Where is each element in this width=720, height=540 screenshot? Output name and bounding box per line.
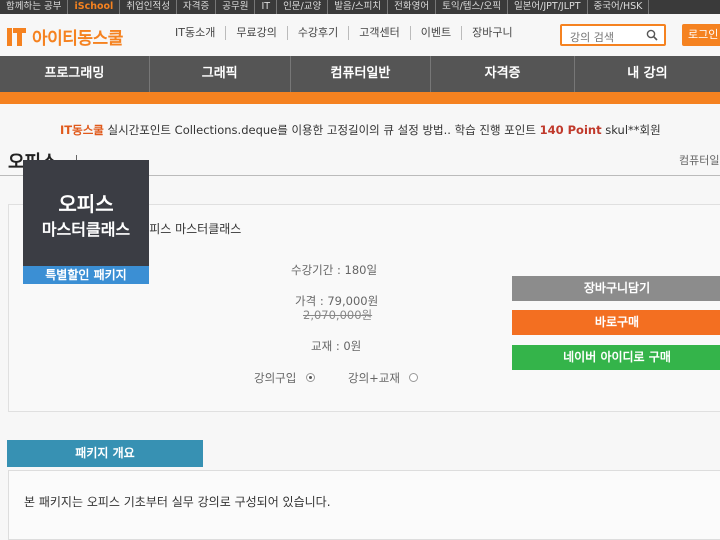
period-info: 수강기간 : 180일 bbox=[291, 263, 378, 277]
search-box bbox=[560, 24, 666, 47]
option-lecture-material-label: 강의+교재 bbox=[348, 371, 400, 385]
thumb-subtitle: 마스터클래스 bbox=[41, 220, 131, 239]
nav-accent-bar bbox=[0, 92, 720, 104]
material-info: 교재 : 0원 bbox=[311, 339, 362, 353]
option-lecture-radio[interactable] bbox=[306, 373, 315, 382]
overview-description: 본 패키지는 오피스 기초부터 실무 강의로 구성되어 있습니다. bbox=[24, 495, 331, 509]
gnb-certificate[interactable]: 자격증 bbox=[431, 56, 575, 92]
top-link-study[interactable]: 함께하는 공부 bbox=[0, 0, 69, 14]
top-link-japanese[interactable]: 일본어/JPT/JLPT bbox=[508, 0, 588, 14]
gnb-computer-general[interactable]: 컴퓨터일반 bbox=[291, 56, 432, 92]
thumb-badge: 특별할인 패키지 bbox=[23, 266, 149, 284]
top-link-it[interactable]: IT bbox=[255, 0, 278, 14]
top-link-ischool[interactable]: iSchool bbox=[68, 0, 121, 14]
add-to-cart-button[interactable]: 장바구니담기 bbox=[512, 276, 720, 301]
nav-cart[interactable]: 장바구니 bbox=[462, 26, 522, 40]
top-link-humanities[interactable]: 인문/교양 bbox=[277, 0, 329, 14]
point-ticker: IT동스쿨 실시간포인트 Collections.deque를 이용한 고정길이… bbox=[60, 122, 661, 138]
ticker-points: 140 Point bbox=[539, 123, 602, 137]
site-logo[interactable]: 아이티동스쿨 bbox=[6, 24, 123, 49]
gnb-graphics[interactable]: 그래픽 bbox=[150, 56, 291, 92]
top-link-toeic[interactable]: 토익/텝스/오픽 bbox=[436, 0, 508, 14]
login-button[interactable]: 로그인 bbox=[682, 24, 720, 46]
nav-events[interactable]: 이벤트 bbox=[411, 26, 463, 40]
ticker-brand: IT동스쿨 bbox=[60, 123, 104, 137]
original-price: 2,070,000원 bbox=[303, 308, 373, 322]
nav-about[interactable]: IT동소개 bbox=[165, 26, 227, 40]
gnb-programming[interactable]: 프로그래밍 bbox=[0, 56, 150, 92]
top-category-strip: 함께하는 공부 iSchool 취업인적성 자격증 공무원 IT 인문/교양 발음/스피치 전화… bbox=[0, 0, 720, 14]
search-input[interactable] bbox=[562, 28, 642, 47]
top-link-cert[interactable]: 자격증 bbox=[177, 0, 217, 14]
tab-package-overview[interactable]: 패키지 개요 bbox=[7, 440, 203, 467]
top-link-speech[interactable]: 발음/스피치 bbox=[328, 0, 389, 14]
search-icon[interactable] bbox=[646, 29, 658, 41]
gnb-my-lectures[interactable]: 내 강의 bbox=[575, 56, 720, 92]
option-lecture-material-radio[interactable] bbox=[409, 373, 418, 382]
top-link-chinese[interactable]: 중국어/HSK bbox=[588, 0, 650, 14]
breadcrumb[interactable]: 컴퓨터일반 bbox=[679, 152, 720, 168]
logo-icon bbox=[6, 26, 28, 48]
top-link-phone-english[interactable]: 전화영어 bbox=[388, 0, 437, 14]
naver-buy-button[interactable]: 네이버 아이디로 구매 bbox=[512, 345, 720, 370]
package-thumbnail: 오피스 마스터클래스 특별할인 패키지 bbox=[23, 160, 149, 284]
buy-now-button[interactable]: 바로구매 bbox=[512, 310, 720, 335]
nav-free-lectures[interactable]: 무료강의 bbox=[226, 26, 288, 40]
header-nav: IT동소개 무료강의 수강후기 고객센터 이벤트 장바구니 bbox=[165, 26, 523, 40]
option-lecture-label: 강의구입 bbox=[254, 371, 297, 385]
ticker-message: 실시간포인트 Collections.deque를 이용한 고정길이의 큐 설정… bbox=[107, 123, 536, 137]
main-content: IT동스쿨 실시간포인트 Collections.deque를 이용한 고정길이… bbox=[0, 104, 720, 540]
overview-box: 본 패키지는 오피스 기초부터 실무 강의로 구성되어 있습니다. bbox=[8, 470, 720, 540]
nav-support[interactable]: 고객센터 bbox=[349, 26, 411, 40]
thumb-title: 오피스 bbox=[58, 192, 114, 216]
top-link-job[interactable]: 취업인적성 bbox=[120, 0, 177, 14]
site-header: 아이티동스쿨 IT동소개 무료강의 수강후기 고객센터 이벤트 장바구니 로그인 bbox=[0, 14, 720, 56]
nav-reviews[interactable]: 수강후기 bbox=[288, 26, 350, 40]
logo-text: 아이티동스쿨 bbox=[32, 29, 123, 49]
ticker-tail: skul**회원 bbox=[605, 123, 661, 137]
category-nav: 프로그래밍 그래픽 컴퓨터일반 자격증 내 강의 bbox=[0, 56, 720, 92]
top-link-civil[interactable]: 공무원 bbox=[216, 0, 256, 14]
